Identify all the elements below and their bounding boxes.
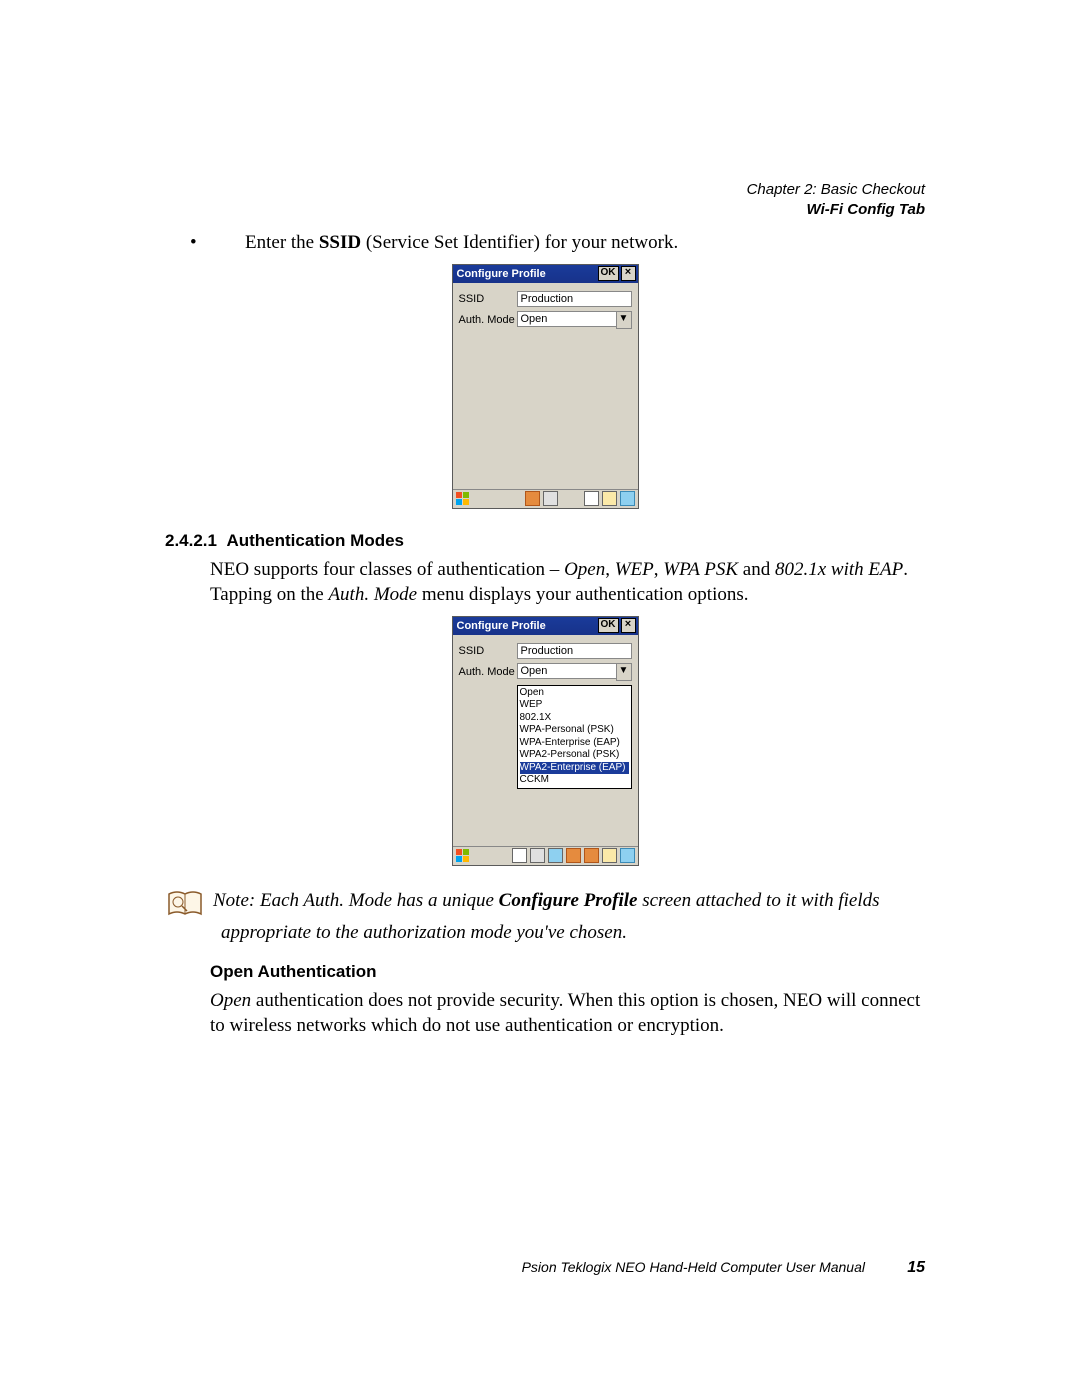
tray-icon[interactable] [620, 491, 635, 506]
window-title: Configure Profile [457, 268, 598, 280]
tray-icon[interactable] [548, 848, 563, 863]
book-icon [165, 888, 205, 920]
close-button[interactable]: × [621, 618, 636, 633]
window-title: Configure Profile [457, 620, 598, 632]
tray-icon[interactable] [530, 848, 545, 863]
tray-icon[interactable] [584, 848, 599, 863]
tray-icon[interactable] [566, 848, 581, 863]
list-item[interactable]: WEP [520, 699, 629, 712]
dropdown-arrow-icon[interactable]: ▼ [616, 663, 632, 681]
list-item[interactable]: Open [520, 687, 629, 700]
configure-profile-window-2: Configure Profile OK × SSID Production A… [452, 616, 639, 866]
tray-icon[interactable] [602, 848, 617, 863]
ok-button[interactable]: OK [598, 618, 619, 633]
bullet-text: Enter the SSID (Service Set Identifier) … [245, 230, 925, 256]
ssid-label: SSID [459, 293, 517, 305]
auth-mode-label: Auth. Mode [459, 666, 517, 678]
footer-text: Psion Teklogix NEO Hand-Held Computer Us… [165, 1259, 865, 1275]
tray-icon[interactable] [620, 848, 635, 863]
list-item[interactable]: CCKM [520, 774, 629, 787]
bullet-item: • Enter the SSID (Service Set Identifier… [165, 230, 925, 256]
titlebar: Configure Profile OK × [453, 265, 638, 283]
list-item-selected[interactable]: WPA2-Enterprise (EAP) [520, 762, 629, 775]
note-text-line2: appropriate to the authorization mode yo… [221, 920, 925, 946]
titlebar: Configure Profile OK × [453, 617, 638, 635]
tray-icon[interactable] [512, 848, 527, 863]
section-label: Wi-Fi Config Tab [747, 200, 925, 220]
list-item[interactable]: WPA-Enterprise (EAP) [520, 737, 629, 750]
page-footer: Psion Teklogix NEO Hand-Held Computer Us… [165, 1259, 925, 1277]
start-icon[interactable] [456, 492, 470, 506]
ssid-input[interactable]: Production [517, 291, 632, 307]
configure-profile-window-1: Configure Profile OK × SSID Production A… [452, 264, 639, 509]
start-icon[interactable] [456, 849, 470, 863]
ssid-label: SSID [459, 645, 517, 657]
page-number: 15 [865, 1259, 925, 1277]
tray-icon[interactable] [525, 491, 540, 506]
list-item[interactable]: WPA-Personal (PSK) [520, 724, 629, 737]
section-heading: 2.4.2.1 Authentication Modes [165, 531, 925, 551]
auth-mode-select[interactable]: Open [517, 311, 616, 327]
subsection-heading: Open Authentication [210, 962, 925, 982]
taskbar [453, 846, 638, 865]
tray-icon[interactable] [602, 491, 617, 506]
tray-icon[interactable] [584, 491, 599, 506]
list-item[interactable]: 802.1X [520, 712, 629, 725]
close-button[interactable]: × [621, 266, 636, 281]
note-block: Note: Each Auth. Mode has a unique Confi… [165, 888, 925, 920]
auth-mode-select[interactable]: Open [517, 663, 616, 679]
page-header: Chapter 2: Basic Checkout Wi-Fi Config T… [747, 180, 925, 221]
body-paragraph: Open authentication does not provide sec… [210, 988, 925, 1039]
auth-mode-dropdown-list[interactable]: Open WEP 802.1X WPA-Personal (PSK) WPA-E… [517, 685, 632, 789]
bullet-dot: • [165, 230, 245, 256]
ssid-input[interactable]: Production [517, 643, 632, 659]
body-paragraph: NEO supports four classes of authenticat… [210, 557, 925, 608]
list-item[interactable]: WPA2-Personal (PSK) [520, 749, 629, 762]
chapter-label: Chapter 2: Basic Checkout [747, 180, 925, 200]
dropdown-arrow-icon[interactable]: ▼ [616, 311, 632, 329]
note-text: Note: Each Auth. Mode has a unique Confi… [213, 888, 880, 914]
taskbar [453, 489, 638, 508]
auth-mode-label: Auth. Mode [459, 314, 517, 326]
tray-icon[interactable] [543, 491, 558, 506]
ok-button[interactable]: OK [598, 266, 619, 281]
